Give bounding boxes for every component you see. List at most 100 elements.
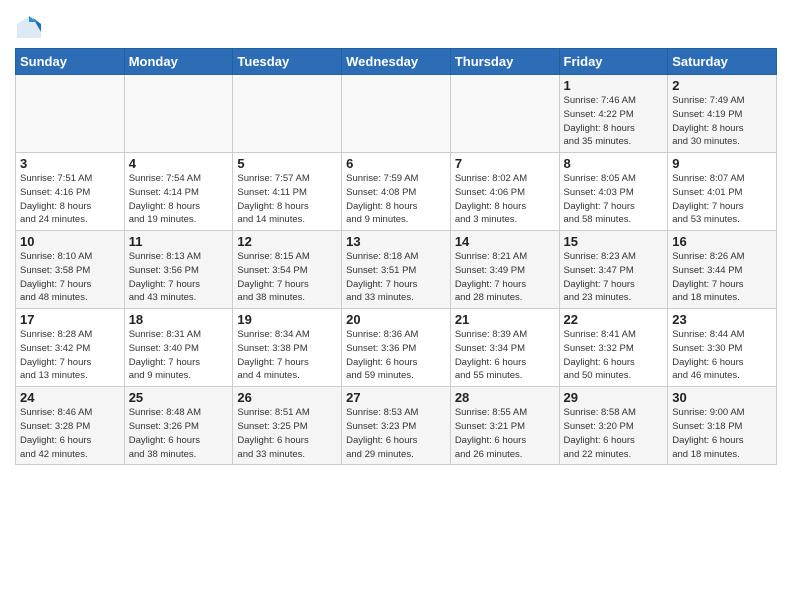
week-row-1: 1Sunrise: 7:46 AM Sunset: 4:22 PM Daylig… [16, 75, 777, 153]
header-cell-sunday: Sunday [16, 49, 125, 75]
day-cell: 29Sunrise: 8:58 AM Sunset: 3:20 PM Dayli… [559, 387, 668, 465]
day-info: Sunrise: 8:34 AM Sunset: 3:38 PM Dayligh… [237, 328, 337, 383]
day-info: Sunrise: 8:28 AM Sunset: 3:42 PM Dayligh… [20, 328, 120, 383]
day-number: 20 [346, 312, 446, 327]
day-info: Sunrise: 8:02 AM Sunset: 4:06 PM Dayligh… [455, 172, 555, 227]
day-cell: 18Sunrise: 8:31 AM Sunset: 3:40 PM Dayli… [124, 309, 233, 387]
day-cell: 25Sunrise: 8:48 AM Sunset: 3:26 PM Dayli… [124, 387, 233, 465]
day-info: Sunrise: 8:48 AM Sunset: 3:26 PM Dayligh… [129, 406, 229, 461]
day-cell: 30Sunrise: 9:00 AM Sunset: 3:18 PM Dayli… [668, 387, 777, 465]
header-cell-monday: Monday [124, 49, 233, 75]
day-cell: 2Sunrise: 7:49 AM Sunset: 4:19 PM Daylig… [668, 75, 777, 153]
day-info: Sunrise: 8:21 AM Sunset: 3:49 PM Dayligh… [455, 250, 555, 305]
day-number: 29 [564, 390, 664, 405]
day-cell: 9Sunrise: 8:07 AM Sunset: 4:01 PM Daylig… [668, 153, 777, 231]
day-cell: 13Sunrise: 8:18 AM Sunset: 3:51 PM Dayli… [342, 231, 451, 309]
day-info: Sunrise: 8:13 AM Sunset: 3:56 PM Dayligh… [129, 250, 229, 305]
day-cell: 12Sunrise: 8:15 AM Sunset: 3:54 PM Dayli… [233, 231, 342, 309]
calendar-table: SundayMondayTuesdayWednesdayThursdayFrid… [15, 48, 777, 465]
day-number: 4 [129, 156, 229, 171]
day-cell: 19Sunrise: 8:34 AM Sunset: 3:38 PM Dayli… [233, 309, 342, 387]
day-info: Sunrise: 8:31 AM Sunset: 3:40 PM Dayligh… [129, 328, 229, 383]
day-number: 10 [20, 234, 120, 249]
day-info: Sunrise: 8:10 AM Sunset: 3:58 PM Dayligh… [20, 250, 120, 305]
day-info: Sunrise: 7:46 AM Sunset: 4:22 PM Dayligh… [564, 94, 664, 149]
day-info: Sunrise: 8:26 AM Sunset: 3:44 PM Dayligh… [672, 250, 772, 305]
day-info: Sunrise: 8:36 AM Sunset: 3:36 PM Dayligh… [346, 328, 446, 383]
day-number: 3 [20, 156, 120, 171]
header-row: SundayMondayTuesdayWednesdayThursdayFrid… [16, 49, 777, 75]
day-cell: 28Sunrise: 8:55 AM Sunset: 3:21 PM Dayli… [450, 387, 559, 465]
day-cell: 4Sunrise: 7:54 AM Sunset: 4:14 PM Daylig… [124, 153, 233, 231]
header [15, 10, 777, 42]
day-number: 1 [564, 78, 664, 93]
day-number: 24 [20, 390, 120, 405]
day-number: 30 [672, 390, 772, 405]
day-cell: 11Sunrise: 8:13 AM Sunset: 3:56 PM Dayli… [124, 231, 233, 309]
day-number: 13 [346, 234, 446, 249]
day-number: 25 [129, 390, 229, 405]
day-info: Sunrise: 8:23 AM Sunset: 3:47 PM Dayligh… [564, 250, 664, 305]
day-info: Sunrise: 8:18 AM Sunset: 3:51 PM Dayligh… [346, 250, 446, 305]
day-number: 9 [672, 156, 772, 171]
week-row-4: 17Sunrise: 8:28 AM Sunset: 3:42 PM Dayli… [16, 309, 777, 387]
day-number: 16 [672, 234, 772, 249]
day-info: Sunrise: 7:59 AM Sunset: 4:08 PM Dayligh… [346, 172, 446, 227]
logo-icon [15, 14, 43, 42]
day-info: Sunrise: 8:55 AM Sunset: 3:21 PM Dayligh… [455, 406, 555, 461]
day-cell: 3Sunrise: 7:51 AM Sunset: 4:16 PM Daylig… [16, 153, 125, 231]
day-info: Sunrise: 8:44 AM Sunset: 3:30 PM Dayligh… [672, 328, 772, 383]
day-number: 17 [20, 312, 120, 327]
day-number: 11 [129, 234, 229, 249]
day-number: 7 [455, 156, 555, 171]
day-number: 18 [129, 312, 229, 327]
day-number: 21 [455, 312, 555, 327]
day-cell: 6Sunrise: 7:59 AM Sunset: 4:08 PM Daylig… [342, 153, 451, 231]
day-number: 19 [237, 312, 337, 327]
day-cell: 23Sunrise: 8:44 AM Sunset: 3:30 PM Dayli… [668, 309, 777, 387]
day-info: Sunrise: 8:53 AM Sunset: 3:23 PM Dayligh… [346, 406, 446, 461]
day-info: Sunrise: 7:57 AM Sunset: 4:11 PM Dayligh… [237, 172, 337, 227]
day-cell: 5Sunrise: 7:57 AM Sunset: 4:11 PM Daylig… [233, 153, 342, 231]
day-info: Sunrise: 7:54 AM Sunset: 4:14 PM Dayligh… [129, 172, 229, 227]
day-cell: 26Sunrise: 8:51 AM Sunset: 3:25 PM Dayli… [233, 387, 342, 465]
day-cell: 24Sunrise: 8:46 AM Sunset: 3:28 PM Dayli… [16, 387, 125, 465]
day-info: Sunrise: 8:15 AM Sunset: 3:54 PM Dayligh… [237, 250, 337, 305]
day-info: Sunrise: 8:51 AM Sunset: 3:25 PM Dayligh… [237, 406, 337, 461]
day-cell: 14Sunrise: 8:21 AM Sunset: 3:49 PM Dayli… [450, 231, 559, 309]
week-row-2: 3Sunrise: 7:51 AM Sunset: 4:16 PM Daylig… [16, 153, 777, 231]
day-number: 5 [237, 156, 337, 171]
day-cell [450, 75, 559, 153]
main-container: SundayMondayTuesdayWednesdayThursdayFrid… [0, 0, 792, 475]
day-info: Sunrise: 9:00 AM Sunset: 3:18 PM Dayligh… [672, 406, 772, 461]
day-cell: 22Sunrise: 8:41 AM Sunset: 3:32 PM Dayli… [559, 309, 668, 387]
day-cell: 8Sunrise: 8:05 AM Sunset: 4:03 PM Daylig… [559, 153, 668, 231]
week-row-3: 10Sunrise: 8:10 AM Sunset: 3:58 PM Dayli… [16, 231, 777, 309]
day-cell: 10Sunrise: 8:10 AM Sunset: 3:58 PM Dayli… [16, 231, 125, 309]
header-cell-tuesday: Tuesday [233, 49, 342, 75]
day-cell [16, 75, 125, 153]
day-number: 27 [346, 390, 446, 405]
day-number: 23 [672, 312, 772, 327]
day-number: 12 [237, 234, 337, 249]
day-cell: 21Sunrise: 8:39 AM Sunset: 3:34 PM Dayli… [450, 309, 559, 387]
week-row-5: 24Sunrise: 8:46 AM Sunset: 3:28 PM Dayli… [16, 387, 777, 465]
day-number: 8 [564, 156, 664, 171]
header-cell-saturday: Saturday [668, 49, 777, 75]
day-cell: 17Sunrise: 8:28 AM Sunset: 3:42 PM Dayli… [16, 309, 125, 387]
day-cell: 20Sunrise: 8:36 AM Sunset: 3:36 PM Dayli… [342, 309, 451, 387]
day-cell: 15Sunrise: 8:23 AM Sunset: 3:47 PM Dayli… [559, 231, 668, 309]
day-info: Sunrise: 7:51 AM Sunset: 4:16 PM Dayligh… [20, 172, 120, 227]
day-cell: 1Sunrise: 7:46 AM Sunset: 4:22 PM Daylig… [559, 75, 668, 153]
day-number: 14 [455, 234, 555, 249]
day-number: 6 [346, 156, 446, 171]
day-cell [124, 75, 233, 153]
day-info: Sunrise: 7:49 AM Sunset: 4:19 PM Dayligh… [672, 94, 772, 149]
logo [15, 14, 45, 42]
day-number: 28 [455, 390, 555, 405]
day-cell: 27Sunrise: 8:53 AM Sunset: 3:23 PM Dayli… [342, 387, 451, 465]
day-info: Sunrise: 8:46 AM Sunset: 3:28 PM Dayligh… [20, 406, 120, 461]
day-cell [342, 75, 451, 153]
day-info: Sunrise: 8:07 AM Sunset: 4:01 PM Dayligh… [672, 172, 772, 227]
header-cell-thursday: Thursday [450, 49, 559, 75]
